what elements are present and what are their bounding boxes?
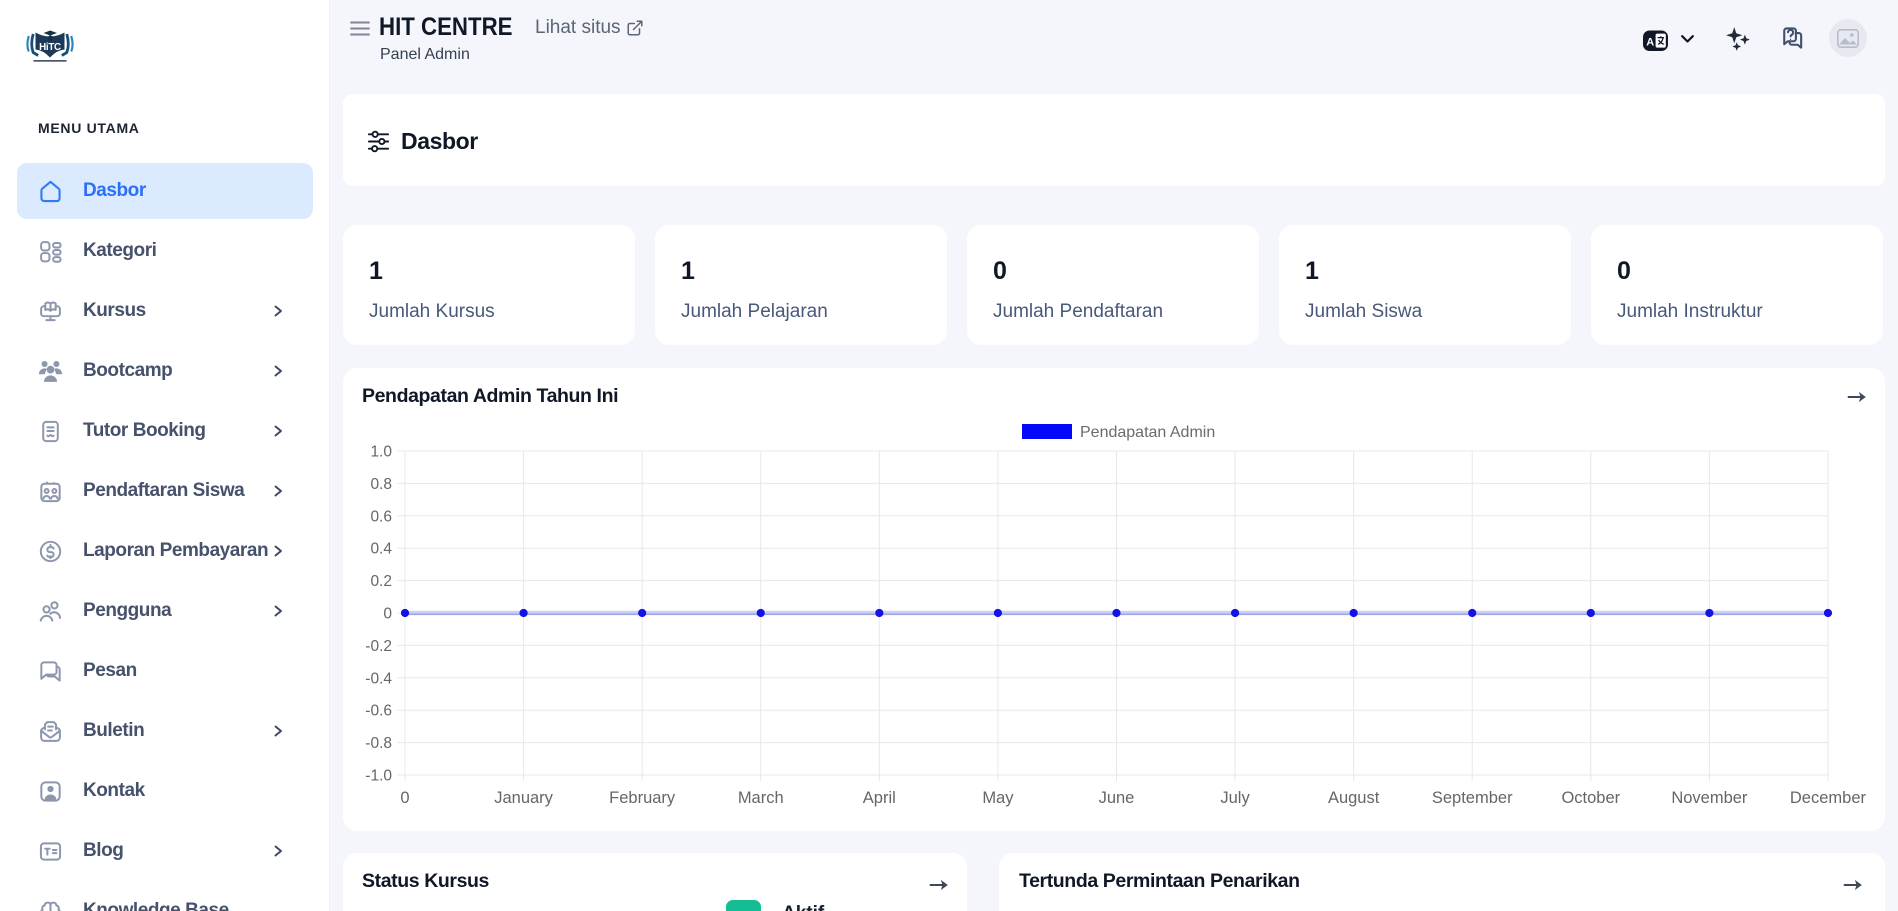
svg-text:January: January bbox=[494, 789, 553, 807]
svg-text:Pendapatan Admin: Pendapatan Admin bbox=[1080, 424, 1215, 441]
svg-text:0.6: 0.6 bbox=[370, 508, 392, 525]
svg-text:August: August bbox=[1328, 789, 1380, 807]
svg-text:December: December bbox=[1790, 789, 1867, 807]
svg-text:-0.8: -0.8 bbox=[365, 735, 392, 752]
svg-text:April: April bbox=[863, 789, 896, 807]
svg-text:0.2: 0.2 bbox=[370, 573, 392, 590]
svg-text:-0.2: -0.2 bbox=[365, 638, 392, 655]
svg-text:-0.4: -0.4 bbox=[365, 670, 392, 687]
svg-text:November: November bbox=[1671, 789, 1748, 807]
svg-text:June: June bbox=[1099, 789, 1135, 807]
svg-text:0.4: 0.4 bbox=[370, 541, 392, 558]
svg-text:March: March bbox=[738, 789, 784, 807]
svg-text:0.8: 0.8 bbox=[370, 476, 392, 493]
svg-text:September: September bbox=[1432, 789, 1513, 807]
svg-text:HiTC: HiTC bbox=[39, 42, 61, 53]
svg-text:May: May bbox=[982, 789, 1014, 807]
svg-text:1.0: 1.0 bbox=[370, 444, 392, 461]
svg-text:July: July bbox=[1220, 789, 1250, 807]
svg-text:A: A bbox=[1646, 36, 1654, 48]
svg-text:-1.0: -1.0 bbox=[365, 768, 392, 785]
svg-text:-0.6: -0.6 bbox=[365, 703, 392, 720]
svg-text:February: February bbox=[609, 789, 676, 807]
svg-text:0: 0 bbox=[400, 789, 409, 807]
svg-text:October: October bbox=[1561, 789, 1620, 807]
svg-text:0: 0 bbox=[383, 606, 392, 623]
